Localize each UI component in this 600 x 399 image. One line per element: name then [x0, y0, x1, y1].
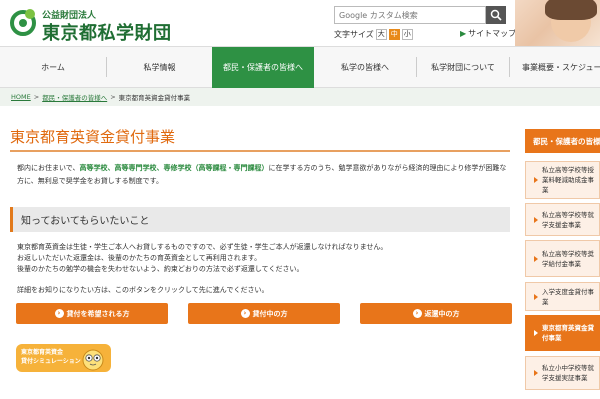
intro-highlight: 高等学校、高等専門学校、専修学校（高等課程・専門課程） [79, 164, 269, 172]
title-divider [10, 150, 510, 152]
triangle-right-icon [534, 216, 538, 223]
font-size-large-button[interactable]: 大 [375, 28, 387, 40]
notice-text: 東京都育英資金は生徒・学生ご本人へお貸しするものですので、必ず生徒・学生ご本人が… [17, 242, 511, 275]
sitemap-link[interactable]: ▶ サイトマップ [460, 28, 516, 39]
breadcrumb-separator: > [33, 93, 40, 101]
detail-text: 詳細をお知りになりたい方は、このボタンをクリックして先に進んでください。 [17, 286, 269, 294]
sidebar-item-label: 東京都育英資金貸付事業 [542, 324, 594, 342]
logo-mark-icon [10, 9, 36, 36]
sidebar-item-scholarship-grant[interactable]: 私立高等学校等奨学給付金事業 [525, 240, 600, 277]
font-size-medium-button[interactable]: 中 [388, 28, 400, 40]
repaying-label: 返還中の方 [424, 309, 460, 318]
triangle-right-icon [534, 293, 538, 300]
search-input[interactable] [334, 6, 486, 24]
triangle-right-icon [534, 177, 538, 183]
search-box [334, 6, 506, 24]
chevron-right-icon: › [54, 309, 64, 318]
apply-loan-button[interactable]: › 貸付を希望される方 [16, 303, 168, 324]
photo-hair [545, 0, 597, 20]
repaying-button[interactable]: › 返還中の方 [360, 303, 512, 324]
nav-private-school-info[interactable]: 私学情報 [107, 47, 212, 88]
sidebar-item-admission-loan[interactable]: 入学支度金貸付事業 [525, 282, 600, 311]
triangle-right-icon [534, 255, 538, 262]
triangle-right-icon [534, 370, 538, 376]
nav-home[interactable]: ホーム [0, 47, 106, 88]
nav-citizens-guardians[interactable]: 都民・保護者の皆様へ [212, 47, 314, 88]
arrow-right-icon: ▶ [460, 29, 467, 38]
breadcrumb-separator: > [110, 93, 116, 101]
mascot-icon [82, 349, 104, 371]
font-size-small-button[interactable]: 小 [401, 28, 413, 40]
breadcrumb-parent[interactable]: 都民・保護者の皆様へ [42, 92, 107, 102]
breadcrumb: HOME > 都民・保護者の皆様へ > 東京都育英資金貸付事業 [0, 88, 600, 106]
global-nav: ホーム 私学情報 都民・保護者の皆様へ 私学の皆様へ 私学財団について 事業概要… [0, 46, 600, 88]
notice-line: お返しいただいた返還金は、後輩のかたちの育英資金として再利用されます。 [17, 254, 262, 262]
breadcrumb-home[interactable]: HOME [11, 93, 31, 101]
sitemap-label: サイトマップ [468, 29, 517, 38]
notice-line: 東京都育英資金は生徒・学生ご本人へお貸しするものですので、必ず生徒・学生ご本人が… [17, 243, 388, 251]
apply-loan-label: 貸付を希望される方 [66, 309, 130, 318]
nav-private-schools[interactable]: 私学の皆様へ [314, 47, 416, 88]
sidebar-heading: 都民・保護者の皆様へ [525, 129, 600, 153]
font-size-control: 文字サイズ 大 中 小 [334, 28, 413, 40]
header-photo [515, 0, 600, 46]
site-logo[interactable]: 公益財団法人 東京都私学財団 [8, 6, 171, 44]
section-heading: 知っておいてもらいたいこと [10, 207, 510, 232]
notice-line: 後輩のかたちの勉学の機会を失わせないよう、約束どおりの方法で必ず返還してください… [17, 265, 304, 273]
triangle-right-icon [534, 330, 538, 336]
sidebar-item-enrollment-support[interactable]: 私立高等学校等就学支援金事業 [525, 203, 600, 236]
page-title: 東京都育英資金貸付事業 [10, 128, 176, 146]
sidebar-item-label: 私立小中学校等就学支援実証事業 [542, 364, 594, 382]
chevron-right-icon: › [412, 309, 422, 318]
current-loan-label: 貸付中の方 [252, 309, 288, 318]
sidebar-item-ikuei-loan[interactable]: 東京都育英資金貸付事業 [525, 315, 600, 351]
sidebar-item-label: 私立高等学校等奨学給付金事業 [542, 249, 594, 268]
intro-pre: 都内にお住まいで、 [17, 164, 80, 172]
nav-business-schedule[interactable]: 事業概要・スケジュール [510, 47, 600, 88]
sidebar-item-tuition-reduction[interactable]: 私立高等学校等授業料軽減助成金事業 [525, 161, 600, 199]
sidebar-item-elementary-support[interactable]: 私立小中学校等就学支援実証事業 [525, 356, 600, 390]
nav-about-foundation[interactable]: 私学財団について [417, 47, 509, 88]
search-button[interactable] [486, 6, 506, 24]
site-header: 公益財団法人 東京都私学財団 文字サイズ 大 中 小 ▶サイトマップ [0, 0, 600, 46]
sidebar-item-label: 入学支度金貸付事業 [542, 287, 594, 306]
sidebar-item-label: 私立高等学校等就学支援金事業 [542, 210, 594, 229]
sidebar-item-label: 私立高等学校等授業料軽減助成金事業 [542, 166, 594, 194]
chevron-right-icon: › [240, 309, 250, 318]
org-name: 東京都私学財団 [42, 23, 172, 44]
font-size-label: 文字サイズ [334, 29, 374, 39]
loan-simulation-banner[interactable]: 東京都育英資金 貸付シミュレーション [16, 344, 111, 372]
intro-text: 都内にお住まいで、高等学校、高等専門学校、専修学校（高等課程・専門課程）に在学す… [17, 162, 511, 188]
current-loan-button[interactable]: › 貸付中の方 [188, 303, 340, 324]
search-icon [490, 9, 502, 21]
breadcrumb-current: 東京都育英資金貸付事業 [118, 94, 191, 102]
